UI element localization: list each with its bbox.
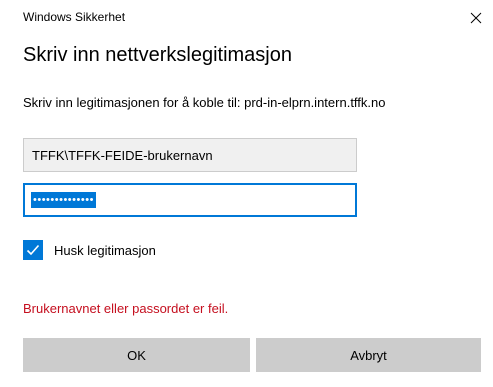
title-bar: Windows Sikkerhet: [0, 0, 493, 32]
username-value: TFFK\TFFK-FEIDE-brukernavn: [32, 147, 213, 163]
connection-prompt: Skriv inn legitimasjonen for å koble til…: [23, 95, 386, 110]
checkmark-icon: [26, 244, 40, 256]
password-masked-value: ••••••••••••••: [31, 192, 96, 208]
cancel-button[interactable]: Avbryt: [256, 338, 481, 372]
ok-button[interactable]: OK: [23, 338, 250, 372]
error-message: Brukernavnet eller passordet er feil.: [23, 301, 229, 316]
remember-label: Husk legitimasjon: [54, 242, 156, 258]
dialog-heading: Skriv inn nettverkslegitimasjon: [23, 44, 292, 66]
credential-dialog: Windows Sikkerhet Skriv inn nettverksleg…: [0, 0, 493, 387]
window-title: Windows Sikkerhet: [23, 10, 126, 24]
close-button[interactable]: [462, 6, 490, 30]
remember-credentials-checkbox[interactable]: Husk legitimasjon: [23, 239, 156, 261]
checkbox-box[interactable]: [23, 240, 43, 260]
password-field[interactable]: ••••••••••••••: [23, 183, 357, 217]
username-field[interactable]: TFFK\TFFK-FEIDE-brukernavn: [23, 138, 357, 172]
close-icon: [470, 12, 482, 24]
